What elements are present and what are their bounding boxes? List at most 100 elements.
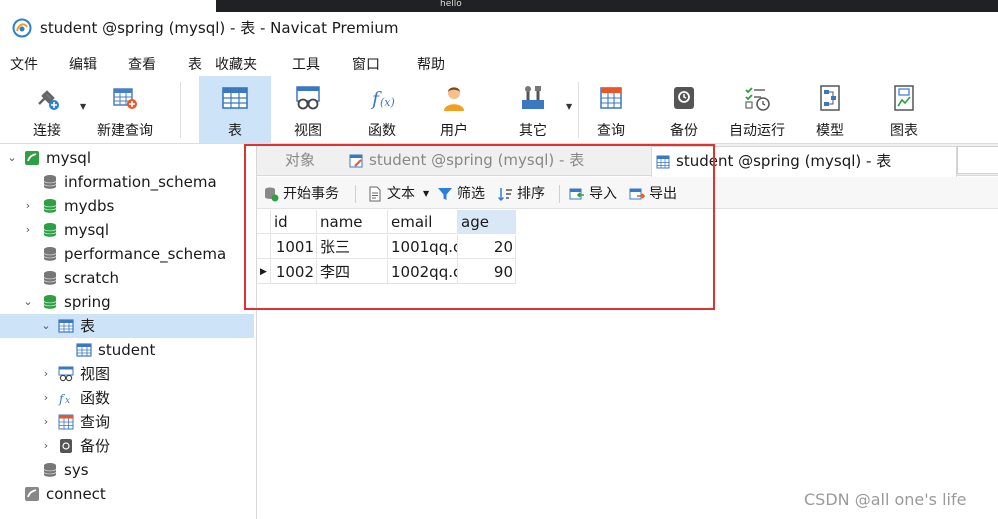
tab-student-data[interactable]: student @spring (mysql) - 表 (651, 146, 957, 177)
tab-label: 对象 (284, 151, 315, 169)
caret-down-icon[interactable]: ▼ (423, 184, 429, 204)
database-icon (43, 295, 57, 309)
tree-database-scratch[interactable]: scratch (0, 266, 254, 290)
cell-id[interactable]: 1001 (271, 235, 317, 259)
chevron-right-icon[interactable]: › (40, 434, 52, 458)
database-icon (43, 199, 57, 213)
tab-student-design[interactable]: student @spring (mysql) - 表 (345, 146, 649, 176)
column-header-age[interactable]: age (458, 210, 516, 234)
menu-window[interactable]: 窗口 (352, 54, 380, 74)
menu-view[interactable]: 查看 (128, 54, 156, 74)
menu-help[interactable]: 帮助 (417, 54, 445, 74)
tree-folder-tables[interactable]: ⌄ 表 (0, 314, 254, 338)
filter-icon (438, 188, 452, 200)
tree-connection-connect[interactable]: connect (0, 482, 254, 506)
view-icon (58, 366, 74, 382)
view-button[interactable]: 视图 (278, 76, 338, 143)
chevron-right-icon[interactable]: › (40, 362, 52, 386)
filter-button[interactable]: 筛选 (437, 184, 491, 204)
background-tab-label[interactable]: hello (440, 0, 462, 9)
document-text-icon (369, 186, 381, 202)
tree-database-information-schema[interactable]: information_schema (0, 170, 254, 194)
query-button[interactable]: 查询 (582, 76, 640, 143)
connection-label: 连接 (33, 123, 61, 139)
new-query-button[interactable]: 新建查询 (92, 76, 158, 143)
menu-favorites[interactable]: 收藏夹 (215, 54, 257, 74)
toolbar-separator (180, 82, 181, 138)
tab-objects[interactable]: 对象 (257, 146, 343, 176)
tree-connection-mysql[interactable]: ⌄ mysql (0, 146, 254, 170)
sort-button[interactable]: 排序 (497, 184, 551, 204)
cell-name[interactable]: 张三 (317, 235, 388, 259)
main-toolbar: 连接 ▼ 新建查询 表 视图 f (x) 函数 用户 其它 ▼ 查询 备份 自动… (0, 76, 998, 144)
tab-search-field[interactable] (957, 146, 998, 174)
table-icon (58, 319, 74, 333)
begin-transaction-button[interactable]: 开始事务 (263, 184, 349, 204)
others-button[interactable]: 其它 (504, 76, 562, 143)
text-button[interactable]: 文本 ▼ (367, 184, 431, 204)
cell-id[interactable]: 1002 (271, 260, 317, 284)
window-title: student @spring (mysql) - 表 - Navicat Pr… (40, 19, 399, 37)
automation-icon (745, 87, 770, 111)
cell-age[interactable]: 20 (458, 235, 516, 259)
tree-label: 备份 (80, 437, 111, 455)
background-window-strip: hello (216, 0, 998, 12)
chevron-right-icon[interactable]: › (40, 386, 52, 410)
import-button[interactable]: 导入 (569, 184, 623, 204)
automation-button[interactable]: 自动运行 (724, 76, 790, 143)
chevron-down-icon[interactable]: ⌄ (22, 290, 34, 314)
tree-table-student[interactable]: student (0, 338, 254, 362)
sort-label: 排序 (517, 186, 545, 202)
function-button[interactable]: f (x) 函数 (352, 76, 412, 143)
user-label: 用户 (440, 123, 468, 139)
tree-database-mysql[interactable]: › mysql (0, 218, 254, 242)
menu-tools[interactable]: 工具 (292, 54, 320, 74)
grid-corner[interactable] (257, 210, 271, 234)
user-button[interactable]: 用户 (424, 76, 484, 143)
database-icon (43, 463, 57, 477)
column-header-id[interactable]: id (271, 210, 317, 234)
chevron-right-icon[interactable]: › (22, 218, 34, 242)
cell-age[interactable]: 90 (458, 260, 516, 284)
tree-folder-backups[interactable]: › 备份 (0, 434, 254, 458)
chevron-right-icon[interactable]: › (40, 410, 52, 434)
model-button[interactable]: 模型 (802, 76, 858, 143)
tab-label: student @spring (mysql) - 表 (369, 151, 585, 169)
cell-name[interactable]: 李四 (317, 260, 388, 284)
menu-file[interactable]: 文件 (10, 54, 38, 74)
chart-button[interactable]: 图表 (876, 76, 932, 143)
backup-button[interactable]: 备份 (654, 76, 714, 143)
export-button[interactable]: 导出 (629, 184, 683, 204)
tree-folder-views[interactable]: › 视图 (0, 362, 254, 386)
tree-folder-queries[interactable]: › 查询 (0, 410, 254, 434)
database-icon (43, 247, 57, 261)
current-row-indicator[interactable]: ▶ (257, 260, 271, 284)
tree-database-sys[interactable]: sys (0, 458, 254, 482)
tree-folder-functions[interactable]: › f x 函数 (0, 386, 254, 410)
object-toolbar: 开始事务 文本 ▼ 筛选 排序 导入 导出 (257, 177, 998, 209)
others-dropdown-icon[interactable]: ▼ (566, 102, 572, 111)
cell-email[interactable]: 1002qq.c (388, 260, 458, 284)
table-icon (222, 87, 248, 109)
chevron-down-icon[interactable]: ⌄ (40, 314, 52, 338)
export-label: 导出 (649, 186, 677, 202)
cell-email[interactable]: 1001qq.c (388, 235, 458, 259)
row-indicator[interactable] (257, 235, 271, 259)
column-header-name[interactable]: name (317, 210, 388, 234)
menu-table[interactable]: 表 (188, 54, 202, 74)
tree-label: 函数 (80, 389, 111, 407)
query-icon (58, 414, 74, 430)
menu-edit[interactable]: 编辑 (69, 54, 97, 74)
chevron-right-icon[interactable]: › (22, 194, 34, 218)
table-button[interactable]: 表 (199, 76, 271, 143)
tree-database-spring[interactable]: ⌄ spring (0, 290, 254, 314)
connection-dropdown-icon[interactable]: ▼ (80, 102, 86, 111)
database-icon (43, 223, 57, 237)
tree-database-mydbs[interactable]: › mydbs (0, 194, 254, 218)
backup-label: 备份 (670, 123, 698, 139)
column-header-email[interactable]: email (388, 210, 458, 234)
tree-database-performance-schema[interactable]: performance_schema (0, 242, 254, 266)
user-icon (444, 87, 464, 111)
chevron-down-icon[interactable]: ⌄ (6, 146, 18, 170)
connection-button[interactable]: 连接 (18, 76, 76, 143)
